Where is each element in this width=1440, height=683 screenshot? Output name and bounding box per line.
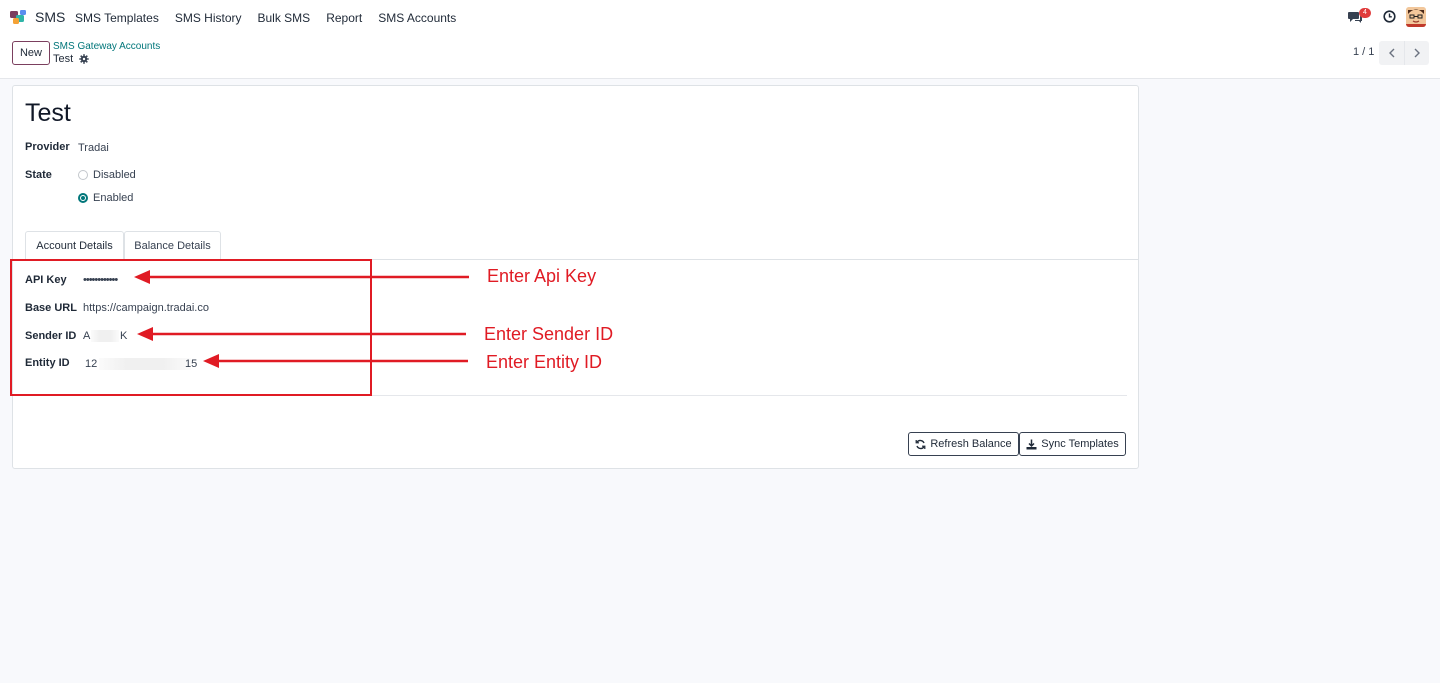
menu-report[interactable]: Report bbox=[326, 11, 362, 25]
provider-label: Provider bbox=[25, 141, 70, 153]
breadcrumb-sms-gateway-accounts[interactable]: SMS Gateway Accounts bbox=[53, 41, 160, 52]
avatar-face-icon bbox=[1406, 7, 1426, 27]
annotation-enter-entity-id: Enter Entity ID bbox=[486, 352, 603, 372]
entity-id-start[interactable]: 12 bbox=[85, 358, 97, 370]
annotation-enter-sender-id: Enter Sender ID bbox=[484, 324, 614, 344]
state-disabled-label[interactable]: Disabled bbox=[93, 169, 136, 181]
refresh-icon bbox=[915, 439, 926, 449]
api-key-input[interactable]: •••••••••••• bbox=[83, 274, 118, 286]
sync-templates-label: Sync Templates bbox=[1041, 438, 1119, 450]
state-label: State bbox=[25, 169, 52, 181]
entity-id-redacted bbox=[99, 358, 191, 370]
chevron-left-icon bbox=[1388, 48, 1394, 58]
gear-icon[interactable] bbox=[79, 54, 89, 64]
api-key-label: API Key bbox=[25, 274, 67, 286]
sender-id-end[interactable]: K bbox=[120, 330, 127, 342]
base-url-label: Base URL bbox=[25, 302, 77, 314]
state-enabled-radio[interactable] bbox=[78, 193, 88, 203]
sms-app-logo-icon[interactable] bbox=[10, 9, 28, 25]
base-url-input[interactable]: https://campaign.tradai.co bbox=[83, 302, 209, 314]
breadcrumb-current-record: Test bbox=[53, 53, 74, 65]
menu-sms-templates[interactable]: SMS Templates bbox=[75, 11, 159, 25]
refresh-balance-button[interactable]: Refresh Balance bbox=[908, 432, 1019, 456]
state-disabled-radio[interactable] bbox=[78, 170, 88, 180]
pager-previous-button[interactable] bbox=[1379, 41, 1404, 65]
activity-clock-icon[interactable] bbox=[1383, 10, 1396, 23]
chat-badge: 4 bbox=[1359, 8, 1371, 18]
refresh-balance-label: Refresh Balance bbox=[930, 438, 1012, 450]
top-navbar: SMS SMS Templates SMS History Bulk SMS R… bbox=[0, 0, 1440, 34]
new-button[interactable]: New bbox=[12, 41, 50, 65]
sync-templates-button[interactable]: Sync Templates bbox=[1019, 432, 1126, 456]
annotation-enter-api-key: Enter Api Key bbox=[487, 266, 597, 286]
sender-id-redacted bbox=[91, 330, 119, 342]
pager-next-button[interactable] bbox=[1404, 41, 1429, 65]
user-avatar[interactable] bbox=[1406, 7, 1426, 27]
main-menu: SMS Templates SMS History Bulk SMS Repor… bbox=[75, 11, 472, 25]
menu-bulk-sms[interactable]: Bulk SMS bbox=[258, 11, 311, 25]
sender-id-label: Sender ID bbox=[25, 330, 77, 342]
sender-id-start[interactable]: A bbox=[83, 330, 90, 342]
record-title[interactable]: Test bbox=[25, 99, 71, 128]
entity-id-end[interactable]: 15 bbox=[185, 358, 197, 370]
download-icon bbox=[1026, 439, 1037, 449]
section-divider bbox=[25, 395, 1127, 396]
menu-sms-history[interactable]: SMS History bbox=[175, 11, 242, 25]
tab-balance-details[interactable]: Balance Details bbox=[124, 231, 221, 260]
pager-value[interactable]: 1 / 1 bbox=[1353, 46, 1374, 58]
chevron-right-icon bbox=[1414, 48, 1420, 58]
app-name[interactable]: SMS bbox=[35, 9, 65, 25]
entity-id-label: Entity ID bbox=[25, 357, 70, 369]
tab-account-details[interactable]: Account Details bbox=[25, 231, 124, 260]
state-enabled-label[interactable]: Enabled bbox=[93, 192, 133, 204]
menu-sms-accounts[interactable]: SMS Accounts bbox=[378, 11, 456, 25]
provider-value[interactable]: Tradai bbox=[78, 142, 109, 154]
control-panel: New SMS Gateway Accounts Test 1 / 1 bbox=[0, 34, 1440, 79]
